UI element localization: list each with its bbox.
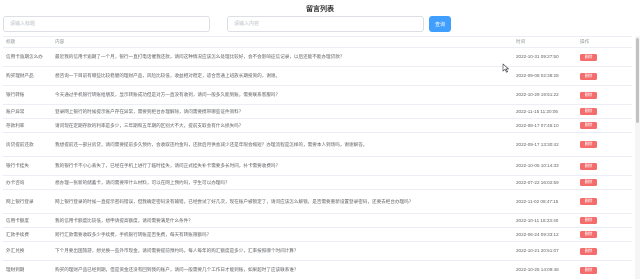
- row-content-cell: 我想提前还一部分房贷，请问需要提前多久预约，会收取违约金吗，还款后月供会减少还是…: [52, 132, 513, 157]
- table-row: 信用卡额度 我的信用卡额度比较低，想申请提高额度，请问需要满足什么条件？ 2022-…: [3, 213, 632, 228]
- row-time-cell: 2022-10-05 10:14:33: [513, 156, 577, 176]
- row-time-cell: 2022-08-17 07:45:10: [513, 118, 577, 133]
- table-header-row: 标题 内容 时间 操作: [3, 37, 632, 48]
- row-title-cell: 办卡咨询: [3, 175, 52, 190]
- table-row: 存款利率 请问现在定期存款的利率是多少，三年期和五年期的区别大不大，提前支取会有什…: [3, 118, 632, 133]
- row-time-cell: 2022-10-21 20:51:07: [513, 241, 577, 261]
- row-operation-cell: 删除: [577, 260, 632, 279]
- table-row: 网上银行登录 网上银行登录的时候一直提示密码错误，但我确定密码没有输错，已经尝试了…: [3, 189, 632, 214]
- scrollbar-thumb[interactable]: [636, 38, 639, 123]
- row-operation-cell: 删除: [577, 241, 632, 261]
- row-time-cell: 2022-10-11 18:23:40: [513, 213, 577, 228]
- row-operation-cell: 删除: [577, 118, 632, 133]
- table-row: 银行卡挂失 我的银行卡不小心丢失了，已经在手机上进行了临时挂失，请问正式挂失补卡需…: [3, 156, 632, 176]
- row-operation-cell: 删除: [577, 104, 632, 119]
- row-operation-cell: 删除: [577, 66, 632, 86]
- table-row: 汇款手续费 跨行汇款需要收取多少手续费，手机银行转账是否免费，每天有转账限额吗？ 2…: [3, 227, 632, 242]
- table-row: 购买理财产品 想咨询一下目前有哪些比较稳健的理财产品，风险比较低，收益相对稳定，适…: [3, 66, 632, 86]
- row-time-cell: 2022-11-02 08:47:15: [513, 189, 577, 214]
- row-operation-cell: 删除: [577, 189, 632, 214]
- row-content-cell: 我的银行卡不小心丢失了，已经在手机上进行了临时挂失，请问正式挂失补卡需要多长时间…: [52, 156, 513, 176]
- row-title-cell: 银行卡挂失: [3, 156, 52, 176]
- delete-button[interactable]: 删除: [580, 72, 597, 80]
- row-title-cell: 账户异常: [3, 104, 52, 119]
- row-title-cell: 信用卡逾期怎么办: [3, 47, 52, 67]
- page-title: 留言列表: [306, 5, 334, 13]
- row-operation-cell: 删除: [577, 47, 632, 67]
- content-search-input[interactable]: [227, 16, 424, 32]
- column-header-time: 时间: [513, 37, 577, 48]
- delete-button[interactable]: 删除: [580, 162, 597, 170]
- delete-button[interactable]: 删除: [580, 266, 597, 274]
- row-title-cell: 购买理财产品: [3, 66, 52, 86]
- table-row: 信用卡逾期怎么办 最近我的信用卡逾期了一个月，银行一直打电话催我还款，请问这种情况…: [3, 47, 632, 67]
- delete-button[interactable]: 删除: [580, 198, 597, 205]
- row-time-cell: 2022-10-29 19:51:22: [513, 85, 577, 105]
- table-row: 账户异常 登录网上银行的时候提示账户存在异常，需要到柜台办理解除，请问需要携带哪些…: [3, 104, 632, 119]
- row-content-cell: 登录网上银行的时候提示账户存在异常，需要到柜台办理解除，请问需要携带哪些证件资料…: [52, 104, 513, 119]
- table-row: 办卡咨询 想办理一张新的储蓄卡，请问需要带什么材料，可以在网上预约吗，学生可以办理…: [3, 175, 632, 190]
- row-content-cell: 跨行汇款需要收取多少手续费，手机银行转账是否免费，每天有转账限额吗？: [52, 227, 513, 242]
- column-header-content: 内容: [52, 37, 513, 48]
- row-content-cell: 购买的理财产品已经到期，但是资金还没有回到我的账户，请问一般需要几个工作日才能到…: [52, 260, 513, 279]
- row-time-cell: 2022-10-31 09:27:50: [513, 47, 577, 67]
- table-row: 房贷提前还款 我想提前还一部分房贷，请问需要提前多久预约，会收取违约金吗，还款后月…: [3, 132, 632, 157]
- row-operation-cell: 删除: [577, 156, 632, 176]
- row-time-cell: 2022-09-17 13:30:42: [513, 132, 577, 157]
- column-header-title: 标题: [3, 37, 52, 48]
- row-time-cell: 2022-10-25 14:09:48: [513, 260, 577, 279]
- delete-button[interactable]: 删除: [580, 122, 597, 129]
- column-header-operation: 操作: [577, 37, 632, 48]
- row-content-cell: 下个月要出国旅游，想兑换一些外币现金，请问需要提前预约吗，每人每年的购汇额度是多…: [52, 241, 513, 261]
- delete-button[interactable]: 删除: [580, 217, 597, 224]
- delete-button[interactable]: 删除: [580, 91, 597, 99]
- message-table: 标题 内容 时间 操作 信用卡逾期怎么办 最近我的信用卡逾期了一个月，银行一直打电…: [3, 36, 632, 279]
- row-operation-cell: 删除: [577, 213, 632, 228]
- query-button[interactable]: 查询: [429, 16, 451, 32]
- row-operation-cell: 删除: [577, 132, 632, 157]
- row-title-cell: 信用卡额度: [3, 213, 52, 228]
- delete-button[interactable]: 删除: [580, 108, 597, 115]
- row-content-cell: 今天通过手机银行转账给朋友，显示转账成功但是对方一直没有收到，请问一般多久能到账…: [52, 85, 513, 105]
- row-time-cell: 2022-11-15 11:20:05: [513, 104, 577, 119]
- row-title-cell: 网上银行登录: [3, 189, 52, 214]
- row-content-cell: 想办理一张新的储蓄卡，请问需要带什么材料，可以在网上预约吗，学生可以办理吗？: [52, 175, 513, 190]
- row-content-cell: 网上银行登录的时候一直提示密码错误，但我确定密码没有输错，已经尝试了好几次，现在…: [52, 189, 513, 214]
- row-time-cell: 2022-09-08 02:38:28: [513, 66, 577, 86]
- row-time-cell: 2022-07-22 16:02:59: [513, 175, 577, 190]
- row-operation-cell: 删除: [577, 85, 632, 105]
- row-content-cell: 我的信用卡额度比较低，想申请提高额度，请问需要满足什么条件？: [52, 213, 513, 228]
- search-bar: 查询: [3, 16, 635, 32]
- delete-button[interactable]: 删除: [580, 179, 597, 186]
- row-title-cell: 外汇兑换: [3, 241, 52, 261]
- table-row: 外汇兑换 下个月要出国旅游，想兑换一些外币现金，请问需要提前预约吗，每人每年的购汇…: [3, 241, 632, 261]
- row-title-cell: 银行转账: [3, 85, 52, 105]
- row-content-cell: 请问现在定期存款的利率是多少，三年期和五年期的区别大不大，提前支取会有什么损失吗…: [52, 118, 513, 133]
- row-content-cell: 想咨询一下目前有哪些比较稳健的理财产品，风险比较低，收益相对稳定，适合普通上班族…: [52, 66, 513, 86]
- table-row: 银行转账 今天通过手机银行转账给朋友，显示转账成功但是对方一直没有收到，请问一般多…: [3, 85, 632, 105]
- row-time-cell: 2022-06-24 09:33:12: [513, 227, 577, 242]
- delete-button[interactable]: 删除: [580, 53, 597, 61]
- table-body: 信用卡逾期怎么办 最近我的信用卡逾期了一个月，银行一直打电话催我还款，请问这种情况…: [3, 47, 632, 279]
- title-search-input[interactable]: [3, 16, 210, 32]
- row-title-cell: 房贷提前还款: [3, 132, 52, 157]
- delete-button[interactable]: 删除: [580, 141, 597, 148]
- delete-button[interactable]: 删除: [580, 247, 597, 255]
- row-title-cell: 汇款手续费: [3, 227, 52, 242]
- table-row: 理财到期 购买的理财产品已经到期，但是资金还没有回到我的账户，请问一般需要几个工作…: [3, 260, 632, 279]
- row-title-cell: 存款利率: [3, 118, 52, 133]
- row-title-cell: 理财到期: [3, 260, 52, 279]
- row-operation-cell: 删除: [577, 175, 632, 190]
- delete-button[interactable]: 删除: [580, 231, 597, 238]
- row-content-cell: 最近我的信用卡逾期了一个月，银行一直打电话催我还款，请问这种情况应该怎么处理比较…: [52, 47, 513, 67]
- row-operation-cell: 删除: [577, 227, 632, 242]
- mouse-pointer-icon: [502, 63, 510, 73]
- vertical-scrollbar[interactable]: [635, 36, 640, 279]
